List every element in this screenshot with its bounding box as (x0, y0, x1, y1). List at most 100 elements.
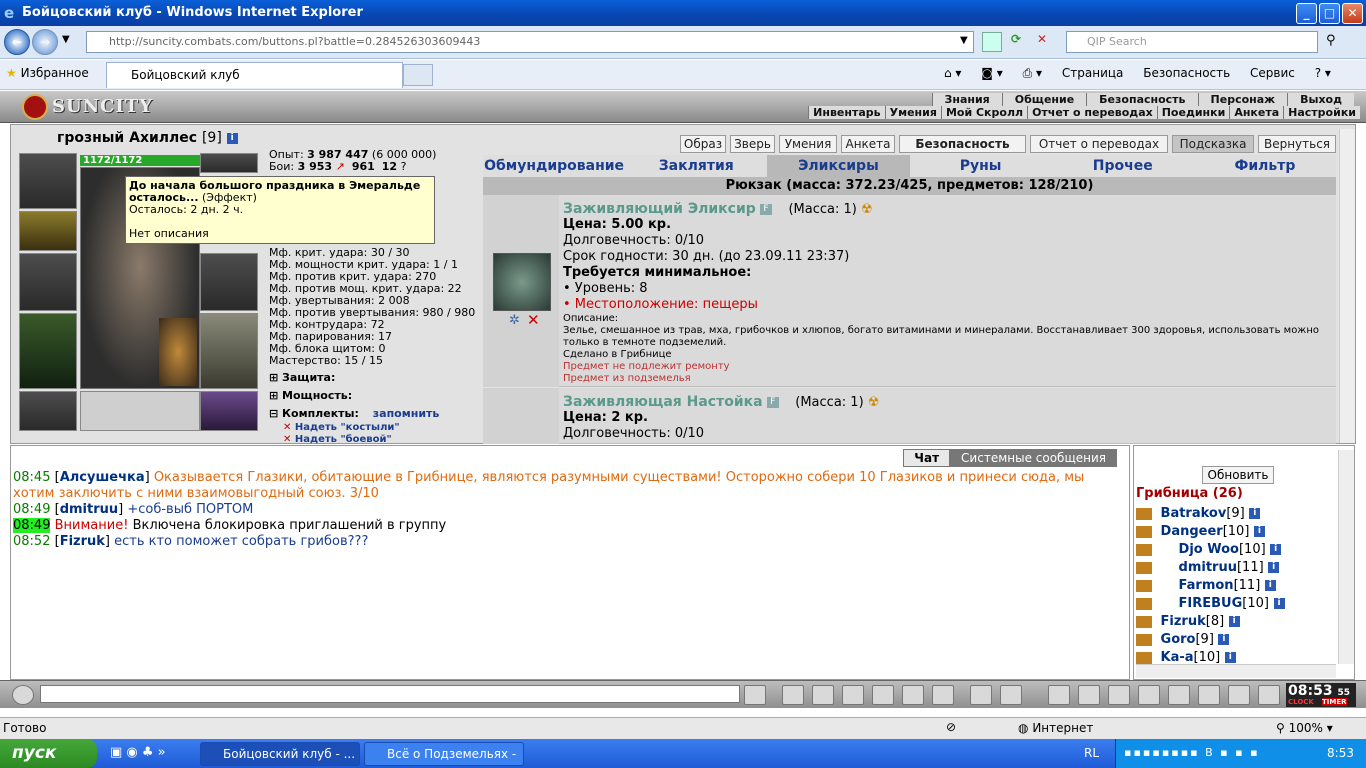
belt-slot[interactable] (19, 391, 77, 431)
return-button[interactable]: Вернуться (1258, 135, 1336, 153)
info-icon[interactable]: i (226, 132, 238, 144)
submenu-skills[interactable]: Умения (884, 106, 941, 119)
fight-icon[interactable] (872, 685, 894, 705)
rings-slot[interactable] (200, 153, 258, 173)
taskbar-item-dungeons[interactable]: Всё о Подземельях - ... (364, 742, 524, 766)
use-icon[interactable]: ✲ (509, 313, 520, 328)
browser-tab-active[interactable]: Бойцовский клуб (106, 62, 403, 88)
hint-button[interactable]: Подсказка (1172, 135, 1254, 153)
taskbar-item-combats[interactable]: Бойцовский клуб - ... (200, 742, 360, 766)
private-msg-icon[interactable] (1136, 651, 1152, 664)
user-name[interactable]: FIREBUG (1179, 596, 1243, 611)
language-indicator[interactable]: RL (1084, 746, 1099, 760)
help-icon[interactable]: ? ▾ (1315, 66, 1331, 80)
shield-icon[interactable] (1168, 685, 1190, 705)
menu-exit[interactable]: Выход (1287, 93, 1354, 106)
info-icon[interactable]: i (1270, 544, 1282, 555)
private-msg-icon[interactable] (1136, 507, 1152, 520)
tab-other[interactable]: Прочее (1052, 155, 1194, 177)
timer-label[interactable]: TIMER (1322, 698, 1347, 706)
tab-equipment[interactable]: Обмундирование (483, 155, 625, 177)
url-dropdown-icon[interactable]: ▼ (960, 35, 968, 46)
section-defense[interactable]: ⊞ Защита: (269, 371, 335, 384)
info-icon[interactable]: i (1268, 562, 1280, 573)
tab-elixirs[interactable]: Эликсиры (767, 155, 910, 177)
scroll-icon[interactable] (1108, 685, 1130, 705)
chat-input[interactable] (40, 685, 740, 703)
msg-author[interactable]: Алсушечка (60, 470, 145, 485)
zoom-control[interactable]: ⚲ 100% ▾ (1276, 721, 1333, 735)
submenu-settings[interactable]: Настройки (1283, 106, 1360, 119)
user-name[interactable]: Ka-a (1161, 650, 1194, 665)
tray-icons[interactable]: ▪▪▪▪▪▪▪▪ B ▪ ▪ ▪ (1124, 746, 1260, 759)
msg-time[interactable]: 08:45 (13, 470, 50, 485)
tools-menu[interactable]: Сервис (1250, 66, 1295, 80)
item-name[interactable]: Заживляющий Эликсир (563, 201, 756, 217)
private-msg-icon[interactable] (1136, 543, 1152, 556)
online-user[interactable]: Djo Woo[10] i (1136, 542, 1282, 557)
delete-icon[interactable]: ✕ (527, 311, 540, 329)
user-name[interactable]: Goro (1161, 632, 1196, 647)
tray-clock[interactable]: 8:53 (1327, 746, 1354, 760)
menu-character[interactable]: Персонаж (1197, 93, 1288, 106)
favorites-button[interactable]: ★ Избранное (6, 66, 89, 80)
info-icon[interactable]: i (1228, 616, 1240, 627)
bracers-slot[interactable] (19, 211, 77, 251)
filter-icon[interactable] (812, 685, 834, 705)
submenu-scroll[interactable]: Мой Скролл (940, 106, 1028, 119)
submenu-transfers[interactable]: Отчет о переводах (1027, 106, 1157, 119)
info-icon[interactable]: i (1249, 508, 1261, 519)
knight-icon[interactable] (1138, 685, 1160, 705)
save-icon[interactable] (842, 685, 864, 705)
online-user[interactable]: Goro[9] i (1136, 632, 1230, 647)
new-tab-button[interactable] (403, 64, 433, 86)
tab-system-messages[interactable]: Системные сообщения (950, 449, 1117, 467)
menu-communication[interactable]: Общение (1001, 93, 1087, 106)
armor-slot[interactable] (19, 313, 77, 389)
online-user[interactable]: Fizruk[8] i (1136, 614, 1240, 629)
paw-icon[interactable] (1228, 685, 1250, 705)
refresh-button[interactable]: Обновить (1202, 466, 1274, 484)
pet-button[interactable]: Зверь (730, 135, 775, 153)
bottle-icon[interactable] (1048, 685, 1070, 705)
private-msg-icon[interactable] (1136, 615, 1152, 628)
lock-icon[interactable] (1198, 685, 1220, 705)
back-button[interactable]: ← (4, 29, 30, 55)
history-dropdown-icon[interactable]: ▼ (62, 34, 70, 45)
user-name[interactable]: Dangeer (1161, 524, 1223, 539)
submenu-inventory[interactable]: Инвентарь (808, 106, 885, 119)
profile-button[interactable]: Анкета (841, 135, 895, 153)
menu-security[interactable]: Безопасность (1086, 93, 1198, 106)
info-icon[interactable]: i (1264, 580, 1276, 591)
private-msg-icon[interactable] (1136, 579, 1152, 592)
start-button[interactable]: пуск (0, 739, 97, 768)
inventory-scrollbar[interactable] (1339, 129, 1355, 443)
boots-slot[interactable] (200, 391, 258, 431)
tab-filter[interactable]: Фильтр (1194, 155, 1336, 177)
online-hscrollbar[interactable] (1136, 664, 1336, 678)
print-icon[interactable]: ⎙ ▾ (1023, 66, 1042, 80)
menu-knowledge[interactable]: Знания (931, 93, 1002, 106)
online-user[interactable]: Farmon[11] i (1136, 578, 1276, 593)
send-icon[interactable] (744, 685, 766, 705)
url-field[interactable]: http://suncity.combats.com/buttons.pl?ba… (86, 31, 974, 53)
home-icon[interactable]: ⌂ ▾ (944, 66, 961, 80)
maximize-button[interactable]: □ (1319, 3, 1340, 24)
elixir-image[interactable] (493, 253, 551, 311)
remember-link[interactable]: запомнить (373, 407, 440, 420)
weapon-left-slot[interactable] (19, 253, 77, 311)
image-button[interactable]: Образ (680, 135, 726, 153)
online-user[interactable]: Dangeer[10] i (1136, 524, 1265, 539)
transfers-button[interactable]: Отчет о переводах (1030, 135, 1168, 153)
online-user[interactable]: Batrakov[9] i (1136, 506, 1261, 521)
compat-view-icon[interactable] (982, 32, 1002, 52)
msg-author[interactable]: dmitruu (60, 502, 118, 517)
info-icon[interactable]: i (1224, 652, 1236, 663)
bag-icon[interactable] (1078, 685, 1100, 705)
page-menu[interactable]: Страница (1062, 66, 1124, 80)
weapon-right-slot[interactable] (200, 253, 258, 311)
small-slots[interactable] (80, 391, 200, 431)
user-name[interactable]: Djo Woo (1179, 542, 1239, 557)
msg-time[interactable]: 08:49 (13, 502, 50, 517)
split-icon[interactable] (902, 685, 924, 705)
